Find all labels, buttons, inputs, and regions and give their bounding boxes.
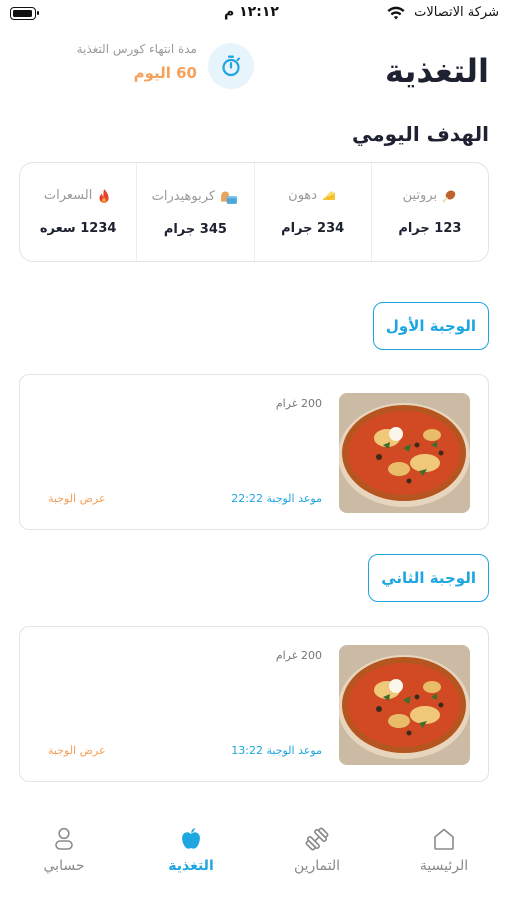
goal-protein: بروتين 123 جرام: [372, 163, 488, 261]
meal-tag-second[interactable]: الوجبة الثاني: [368, 554, 489, 602]
meal-time: موعد الوجبة 13:22: [231, 744, 322, 757]
nav-account-label: حسابي: [43, 858, 85, 874]
course-timer-badge: [208, 43, 254, 89]
daily-goal-card: بروتين 123 جرام دهون 234 جرام كربوهيدرات…: [19, 162, 489, 262]
dumbbell-icon: [305, 827, 329, 851]
apple-icon: [182, 828, 200, 849]
status-bar: ١٢:١٢ م شركة الاتصالات: [0, 0, 507, 30]
nav-item-account[interactable]: حسابي: [14, 826, 114, 874]
course-days-remaining: 60 اليوم: [133, 64, 197, 82]
pizza-image: [339, 393, 470, 513]
goal-protein-value: 123 جرام: [398, 221, 462, 237]
page-title: التغذية: [384, 52, 489, 90]
cheese-icon: [323, 190, 336, 200]
view-meal-link[interactable]: عرض الوجبة: [48, 492, 106, 505]
pizza-image: [339, 645, 470, 765]
goal-carbs-label: كربوهيدرات: [151, 188, 216, 204]
meal-grams: 200 غرام: [275, 397, 322, 410]
goal-fat-label: دهون: [288, 188, 318, 204]
goal-fat-value: 234 جرام: [281, 221, 345, 237]
nav-home-label: الرئيسية: [419, 858, 469, 874]
carrier-name: شركة الاتصالات: [414, 5, 499, 20]
nav-workouts-label: التمارين: [293, 858, 341, 874]
nav-nutrition-label: التغذية: [168, 858, 214, 874]
goal-calories-value: 1234 سعره: [39, 221, 117, 237]
meal-card-second[interactable]: 200 غرام موعد الوجبة 13:22 عرض الوجبة: [19, 626, 489, 782]
nav-item-workouts[interactable]: التمارين: [267, 826, 367, 874]
meal-card-first[interactable]: 200 غرام موعد الوجبة 22:22 عرض الوجبة: [19, 374, 489, 530]
view-meal-link[interactable]: عرض الوجبة: [48, 744, 106, 757]
meal-grams: 200 غرام: [275, 649, 322, 662]
goal-calories: السعرات 1234 سعره: [20, 163, 138, 261]
goal-carbs: كربوهيدرات 345 جرام: [137, 163, 255, 261]
course-duration-label: مدة انتهاء كورس التغذية: [76, 42, 197, 56]
meal-time: موعد الوجبة 22:22: [231, 492, 322, 505]
goal-carbs-value: 345 جرام: [163, 221, 227, 237]
bread-icon: [221, 191, 237, 205]
user-icon: [55, 827, 73, 850]
nav-item-home[interactable]: الرئيسية: [394, 826, 494, 874]
battery-icon: [10, 7, 39, 20]
fire-icon: [99, 188, 109, 203]
stopwatch-icon: [222, 55, 240, 77]
goal-calories-label: السعرات: [43, 188, 93, 204]
nav-item-nutrition[interactable]: التغذية: [141, 826, 241, 874]
goal-protein-label: بروتين: [402, 188, 438, 204]
wifi-icon: [387, 6, 405, 20]
daily-goal-title: الهدف اليومي: [351, 122, 489, 146]
home-icon: [434, 828, 454, 850]
bottom-nav: الرئيسية التمارين التغذية حسابي: [0, 810, 507, 900]
status-time: ١٢:١٢ م: [224, 4, 279, 20]
meal-tag-first[interactable]: الوجبة الأول: [372, 302, 489, 350]
goal-fat: دهون 234 جرام: [255, 163, 372, 261]
drumstick-icon: [442, 190, 456, 203]
